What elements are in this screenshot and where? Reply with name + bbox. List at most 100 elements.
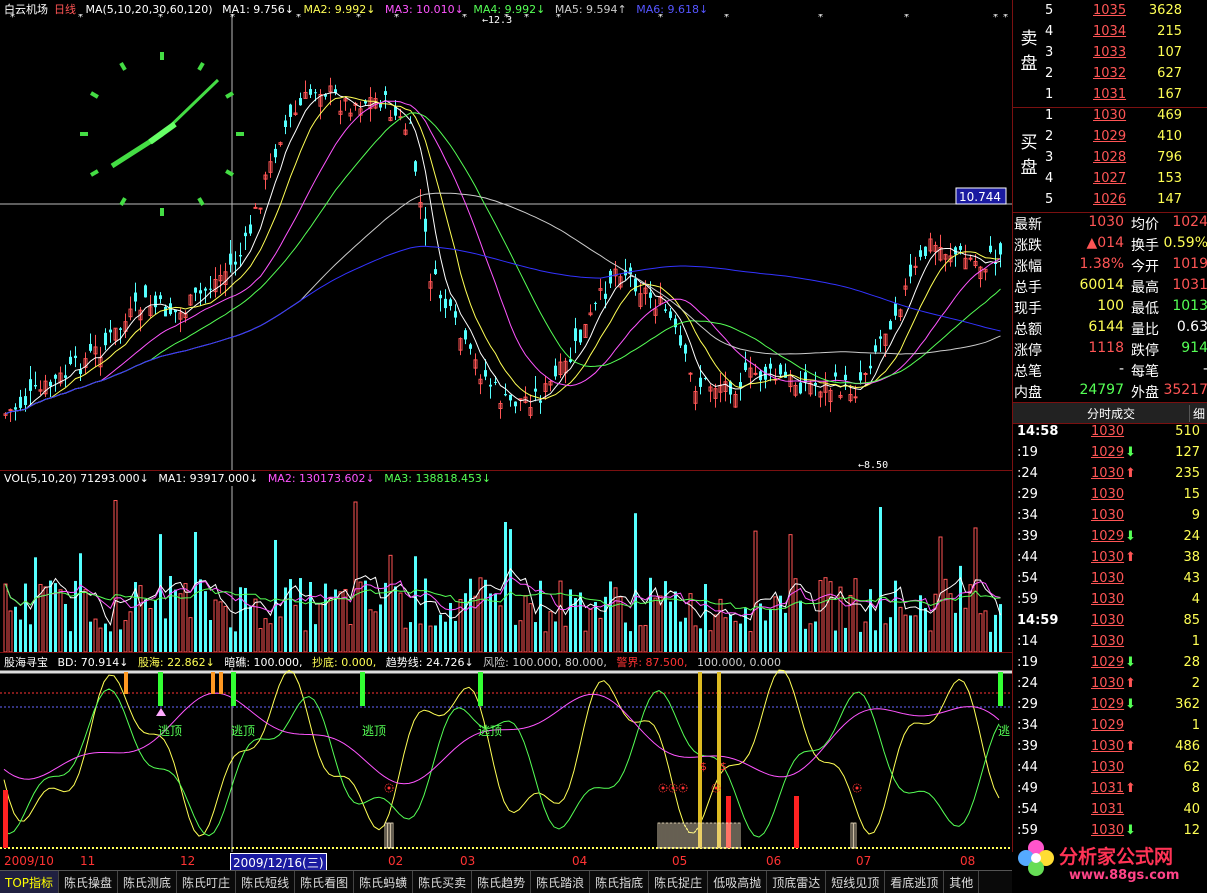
volume-bar [384,582,387,652]
candle-body [19,396,22,408]
volume-bar [844,627,847,652]
volume-bar [3,583,8,652]
orderbook-sell-row[interactable]: 3 1033 107 [1041,45,1207,66]
candle-body [384,91,387,95]
orderbook-buy-row[interactable]: 4 1027 153 [1041,171,1207,192]
up-arrow-icon: ⬆ [1125,739,1136,754]
volume-bar [919,595,922,652]
candle-body [909,264,912,277]
volume-bar [823,577,828,652]
indicator-tab[interactable]: 其他 [944,871,980,893]
volume-bar [43,586,48,652]
volume-bar [278,616,283,652]
indicator-tab[interactable]: 陈氏操盘 [59,871,119,893]
candle-body [444,298,447,309]
orderbook-sell-row[interactable]: 2 1032 627 [1041,66,1207,87]
candle-body [539,400,542,403]
volume-bar [79,553,82,652]
ticks-title[interactable]: 分时成交 [1087,405,1135,422]
info-star-icon: * [158,14,163,23]
candle-body [609,270,612,284]
volume-bar [814,621,817,652]
volume-bar [213,599,218,652]
info-star-icon: * [724,14,729,23]
volume-bar [653,597,658,652]
volume: 627 [1157,66,1182,81]
date-tick: 11 [80,854,96,868]
tick-volume: 362 [1175,697,1200,712]
quote-value: 1031 [1172,277,1207,293]
quote-key: 最高 [1131,280,1159,296]
escape-label: 逃 [998,724,1010,738]
date-tick: 06 [766,854,782,868]
indicator-tab[interactable]: 短线见顶 [826,871,886,893]
date-tick: 08 [960,854,976,868]
orderbook-sell-row[interactable]: 5 1035 3628 [1041,3,1207,24]
volume-bar [473,595,478,652]
volume-bar [539,580,542,652]
candle-body [688,372,693,375]
quote-key: 涨跌 [1014,238,1042,254]
volume-bar [418,623,423,652]
orderbook-sell-row[interactable]: 1 1031 167 [1041,87,1207,108]
candle-body [414,161,417,172]
volume-bar [618,596,623,652]
indicator-tab[interactable]: 顶底雷达 [767,871,827,893]
indicator-tab[interactable]: 陈氏叮庄 [177,871,237,893]
candle-body [79,369,82,375]
up-arrow-icon: ⬆ [1125,781,1136,796]
tick-time: :19 [1017,655,1038,670]
indicator-tab[interactable]: TOP指标 [0,871,60,893]
candle-body [554,365,557,377]
indicator-tab[interactable]: 看底逃顶 [885,871,945,893]
indicator-tab[interactable]: 陈氏蚂蟥 [354,871,414,893]
date-tick: 05 [672,854,688,868]
indicator-tab[interactable]: 陈氏测底 [118,871,178,893]
quote-row: 总手 60014 最高 1031 [1013,277,1207,298]
indicator-tab[interactable]: 陈氏趋势 [472,871,532,893]
tick-time: :54 [1017,571,1038,586]
volume-bar [624,622,627,652]
volume-bar [34,557,37,652]
indicator-tab[interactable]: 陈氏踏浪 [531,871,591,893]
orderbook-sell-row[interactable]: 4 1034 215 [1041,24,1207,45]
tick-time: :39 [1017,529,1038,544]
volume-bar [704,584,707,652]
candle-body [54,374,57,379]
volume-bar [489,593,492,652]
orderbook-buy-row[interactable]: 2 1029 410 [1041,129,1207,150]
ticks-detail-tab[interactable]: 细 [1189,405,1205,422]
escape-signal-bar [158,672,163,706]
triangle-marker-icon [156,708,166,716]
volume: 469 [1157,108,1182,123]
tick-volume: 40 [1183,802,1200,817]
tick-time: :49 [1017,781,1038,796]
quote-key: 内盘 [1014,385,1042,401]
tick-row: :24 1030 ⬆ 235 [1013,466,1207,487]
quote-row: 总额 6144 量比 0.63 [1013,319,1207,340]
tick-time: :14 [1017,634,1038,649]
volume-bar [543,631,548,652]
quote-key: 换手 [1131,238,1159,254]
indicator-tab[interactable]: 陈氏捉庄 [649,871,709,893]
candle-body [34,385,37,387]
divider [0,470,1012,471]
volume-bar [174,589,177,652]
quote-key: 总手 [1014,280,1042,296]
candle-body [994,262,997,264]
candle-body [679,335,682,346]
candle-body [869,365,872,369]
indicator-tab[interactable]: 陈氏看图 [295,871,355,893]
info-star-icon: * [524,14,529,23]
volume-bar [113,500,118,652]
orderbook-buy-row[interactable]: 5 1026 147 [1041,192,1207,213]
indicator-tab[interactable]: 陈氏短线 [236,871,296,893]
indicator-tab[interactable]: 陈氏买卖 [413,871,473,893]
level: 4 [1045,24,1054,39]
indicator-tab[interactable]: 陈氏指底 [590,871,650,893]
orderbook-buy-row[interactable]: 3 1028 796 [1041,150,1207,171]
candle-body [454,311,457,318]
indicator-tab[interactable]: 低吸高抛 [708,871,768,893]
kline-chart-area[interactable]: 白云机场 日线 MA(5,10,20,30,60,120) MA1: 9.756↓… [0,0,1012,852]
orderbook-buy-row[interactable]: 1 1030 469 [1041,108,1207,129]
